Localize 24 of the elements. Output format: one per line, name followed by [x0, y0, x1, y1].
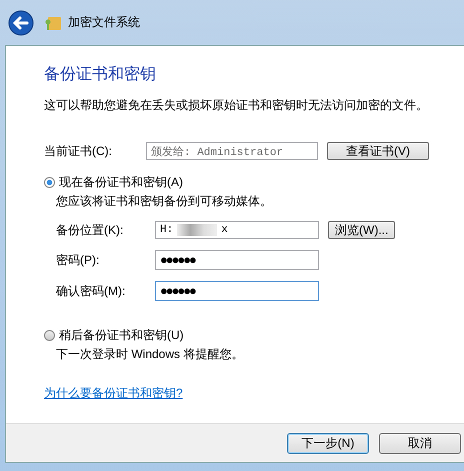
certificate-field: 颁发给: Administrator: [146, 142, 318, 160]
field-label: 备份位置(K):: [56, 222, 124, 238]
radio-button[interactable]: [44, 177, 55, 188]
password-field[interactable]: ●●●●●●: [155, 250, 319, 270]
help-link[interactable]: 为什么要备份证书和密钥?: [44, 385, 183, 402]
option-label: 稍后备份证书和密钥(U): [59, 327, 184, 344]
field-label: 确认密码(M):: [56, 282, 126, 300]
page-heading: 备份证书和密钥: [44, 64, 157, 85]
back-icon[interactable]: [8, 10, 34, 36]
field-label: 密码(P):: [56, 252, 100, 268]
browse-button[interactable]: 浏览(W)...: [328, 221, 396, 239]
description-text: 这可以帮助您避免在丢失或损坏原始证书和密钥时无法访问加密的文件。: [44, 97, 429, 114]
option-note: 下一次登录时 Windows 将提醒您。: [56, 346, 244, 363]
field-label: 当前证书(C):: [44, 142, 113, 160]
backup-location-field[interactable]: H: x: [155, 221, 319, 239]
confirm-password-field[interactable]: ●●●●●●: [155, 281, 319, 301]
cancel-button[interactable]: 取消: [379, 432, 461, 454]
view-certificate-button[interactable]: 查看证书(V): [327, 142, 429, 160]
folder-key-icon: [44, 14, 62, 30]
radio-button[interactable]: [44, 330, 55, 341]
next-button[interactable]: 下一步(N): [287, 432, 369, 454]
option-label: 现在备份证书和密钥(A): [59, 174, 183, 191]
option-note: 您应该将证书和密钥备份到可移动媒体。: [56, 193, 273, 210]
window-title: 加密文件系统: [68, 14, 140, 31]
